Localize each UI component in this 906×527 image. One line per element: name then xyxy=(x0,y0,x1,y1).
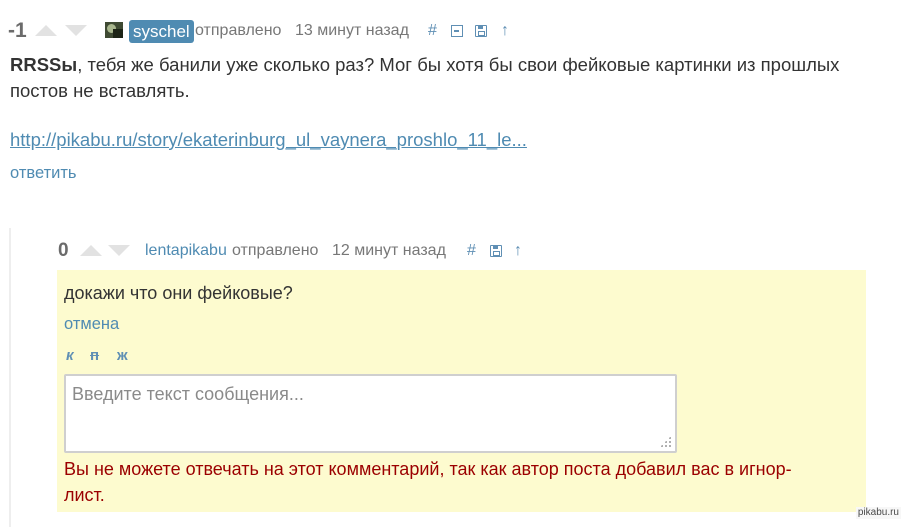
comment-text: докажи что они фейковые? xyxy=(64,283,293,303)
comment-1-header: -1 syschel отправлено 13 минут назад # ↑ xyxy=(8,18,608,44)
sent-label: отправлено xyxy=(195,22,282,39)
comment-timestamp[interactable]: 13 минут назад xyxy=(295,18,409,44)
reply-textarea[interactable]: Введите текст сообщения... xyxy=(64,374,677,453)
comment-link[interactable]: http://pikabu.ru/story/ekaterinburg_ul_v… xyxy=(10,127,527,153)
comment-score: -1 xyxy=(8,19,27,42)
comment-2-header: 0 lentapikabu отправлено 12 минут назад … xyxy=(56,238,656,264)
resize-grip-icon[interactable] xyxy=(660,436,671,447)
comment-score: 0 xyxy=(58,240,69,261)
floppy-icon[interactable] xyxy=(475,25,487,37)
cancel-reply-link[interactable]: отмена xyxy=(64,312,119,336)
comment-text-body: , тебя же банили уже сколько раз? Мог бы… xyxy=(10,54,840,101)
comment-text: RRSSы, тебя же банили уже сколько раз? М… xyxy=(10,52,896,104)
author-username[interactable]: syschel xyxy=(129,20,194,43)
vote-up-icon[interactable] xyxy=(80,245,102,256)
textarea-placeholder: Введите текст сообщения... xyxy=(72,384,304,404)
error-message: Вы не можете отвечать на этот комментари… xyxy=(64,459,792,505)
mentioned-user[interactable]: RRSSы xyxy=(10,54,77,75)
permalink-icon[interactable]: # xyxy=(467,238,476,264)
user-avatar[interactable] xyxy=(105,22,123,38)
author-username[interactable]: lentapikabu xyxy=(145,238,227,264)
sent-label: отправлено xyxy=(232,242,319,259)
comment-timestamp[interactable]: 12 минут назад xyxy=(332,238,446,264)
reply-link[interactable]: ответить xyxy=(10,161,77,185)
italic-format-button[interactable]: к xyxy=(66,345,74,367)
thread-line xyxy=(9,228,11,527)
arrow-up-icon[interactable]: ↑ xyxy=(501,18,509,44)
watermark: pikabu.ru xyxy=(855,507,901,519)
vote-up-icon[interactable] xyxy=(35,25,57,36)
vote-down-icon[interactable] xyxy=(65,25,87,36)
bold-format-button[interactable]: ж xyxy=(117,345,128,367)
floppy-icon[interactable] xyxy=(490,245,502,257)
arrow-up-icon[interactable]: ↑ xyxy=(514,238,522,264)
minus-square-icon[interactable] xyxy=(451,25,463,37)
strikethrough-format-button[interactable]: п xyxy=(90,345,99,367)
vote-down-icon[interactable] xyxy=(108,245,130,256)
comment-2-body: докажи что они фейковые? отмена к п ж Вв… xyxy=(57,270,866,512)
permalink-icon[interactable]: # xyxy=(428,18,437,44)
